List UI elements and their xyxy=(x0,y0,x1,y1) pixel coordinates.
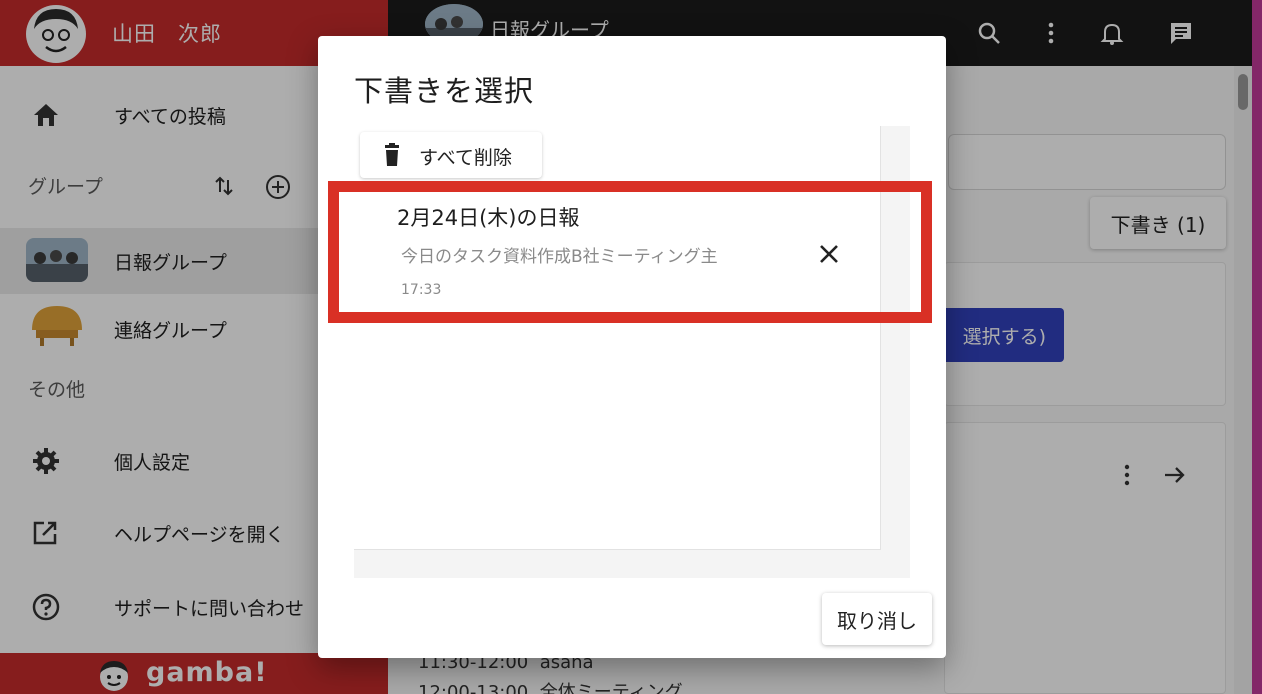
select-draft-dialog: 下書きを選択 すべて削除 2月24日(木)の日報 今日のタスク資料作成B社ミーテ… xyxy=(318,36,946,658)
trash-icon xyxy=(382,143,402,167)
cancel-button[interactable]: 取り消し xyxy=(822,593,932,645)
delete-all-label: すべて削除 xyxy=(419,147,512,169)
highlight-annotation xyxy=(328,181,932,323)
delete-all-button[interactable]: すべて削除 xyxy=(360,132,542,178)
dialog-title: 下書きを選択 xyxy=(354,74,535,108)
